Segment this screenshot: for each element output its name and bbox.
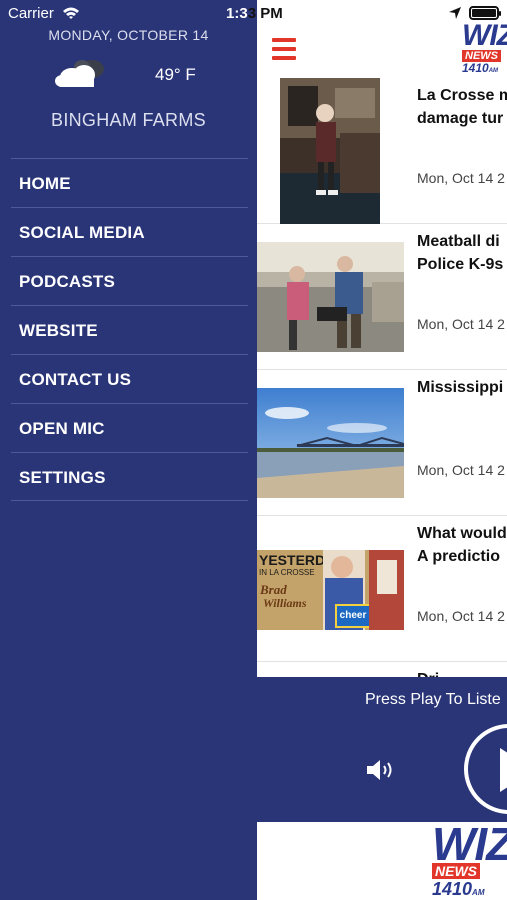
story-item[interactable]: Meatball di Police K-9s Mon, Oct 14 2 (257, 224, 507, 370)
story-title[interactable]: Mississippi (417, 376, 507, 399)
play-icon (500, 748, 507, 792)
story-date: Mon, Oct 14 2 (417, 608, 505, 624)
story-title[interactable]: La Crosse m damage tur (417, 84, 507, 130)
story-title[interactable]: Meatball di Police K-9s (417, 230, 507, 276)
drawer-date: MONDAY, OCTOBER 14 (48, 27, 209, 43)
menu-item-contact-us[interactable]: CONTACT US (11, 354, 248, 403)
play-button[interactable] (464, 724, 507, 814)
main-content: WIZ NEWS 1410AM (257, 0, 507, 900)
menu-item-social-media[interactable]: SOCIAL MEDIA (11, 207, 248, 256)
menu-item-settings[interactable]: SETTINGS (11, 452, 248, 501)
footer-logo: WIZ NEWS 1410AM (432, 818, 507, 899)
story-item[interactable]: La Crosse m damage tur Mon, Oct 14 2 (257, 78, 507, 224)
status-bar: Carrier 1:33 PM (0, 0, 507, 26)
carrier-label: Carrier (8, 5, 54, 22)
battery-icon (469, 6, 501, 20)
menu-item-open-mic[interactable]: OPEN MIC (11, 403, 248, 452)
menu-item-home[interactable]: HOME (11, 158, 248, 207)
menu-item-website[interactable]: WEBSITE (11, 305, 248, 354)
temperature: 49° F (155, 65, 196, 84)
clock: 1:33 PM (226, 5, 283, 22)
story-date: Mon, Oct 14 2 (417, 462, 505, 478)
story-item[interactable]: YESTERDAY IN LA CROSSE Brad Williams che… (257, 516, 507, 662)
story-item[interactable]: Mississippi Mon, Oct 14 2 (257, 370, 507, 516)
drawer-location: BINGHAM FARMS (51, 110, 206, 130)
drawer-menu: HOME SOCIAL MEDIA PODCASTS WEBSITE CONTA… (11, 158, 248, 501)
side-drawer: MONDAY, OCTOBER 14 49° F BINGHAM FARMS H… (0, 0, 257, 900)
press-play-label: Press Play To Liste (365, 691, 501, 708)
menu-item-podcasts[interactable]: PODCASTS (11, 256, 248, 305)
story-thumbnail: YESTERDAY IN LA CROSSE Brad Williams che… (257, 550, 404, 630)
cloudy-icon (54, 57, 110, 89)
header-logo: WIZ NEWS 1410AM (462, 21, 507, 74)
story-thumbnail (280, 78, 380, 224)
audio-player: Press Play To Liste (257, 677, 507, 822)
speaker-icon[interactable] (365, 757, 401, 783)
story-date: Mon, Oct 14 2 (417, 170, 505, 186)
story-title[interactable]: What would A predictio (417, 522, 507, 568)
story-thumbnail (257, 388, 404, 498)
story-date: Mon, Oct 14 2 (417, 316, 505, 332)
hamburger-icon[interactable] (272, 38, 296, 60)
wifi-icon (62, 6, 80, 25)
story-thumbnail (257, 242, 404, 352)
location-arrow-icon (448, 6, 462, 25)
